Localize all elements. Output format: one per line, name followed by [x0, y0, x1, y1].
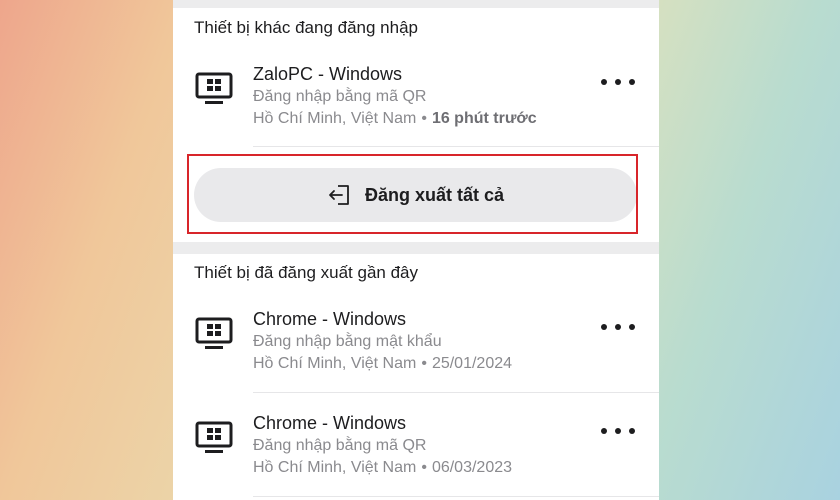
device-location-line: Hồ Chí Minh, Việt Nam • 06/03/2023 [253, 459, 512, 477]
device-login-method: Đăng nhập bằng mã QR [253, 88, 427, 105]
device-location: Hồ Chí Minh, Việt Nam [253, 110, 417, 127]
separator-dot: • [421, 110, 427, 127]
device-name: Chrome - Windows [253, 309, 407, 329]
device-location-line: Hồ Chí Minh, Việt Nam • 16 phút trước [253, 110, 537, 128]
device-login-method: Đăng nhập bằng mã QR [253, 437, 427, 454]
divider [253, 392, 659, 393]
device-location: Hồ Chí Minh, Việt Nam [253, 459, 417, 476]
device-time: 06/03/2023 [431, 459, 513, 476]
more-options-icon[interactable] [601, 317, 635, 337]
device-item[interactable]: Chrome - Windows Đăng nhập bằng mã QR Hồ… [173, 413, 659, 500]
divider [253, 146, 659, 147]
device-item[interactable]: ZaloPC - Windows Đăng nhập bằng mã QR Hồ… [173, 64, 659, 154]
separator-dot: • [421, 459, 427, 476]
section-title-logged-out: Thiết bị đã đăng xuất gần đây [194, 263, 418, 282]
device-time: 16 phút trước [431, 110, 537, 127]
windows-monitor-icon [195, 317, 233, 349]
more-options-icon[interactable] [601, 72, 635, 92]
device-name: ZaloPC - Windows [253, 64, 403, 84]
device-name: Chrome - Windows [253, 413, 407, 433]
device-time: 25/01/2024 [431, 355, 513, 372]
section-title-active: Thiết bị khác đang đăng nhập [194, 18, 419, 37]
divider [253, 496, 659, 497]
separator-dot: • [421, 355, 427, 372]
windows-monitor-icon [195, 72, 233, 104]
windows-monitor-icon [195, 421, 233, 453]
more-options-icon[interactable] [601, 421, 635, 441]
device-sessions-panel: Thiết bị khác đang đăng nhập ZaloPC - Wi… [173, 0, 659, 500]
section-separator [173, 242, 659, 254]
top-separator [173, 0, 659, 8]
device-location-line: Hồ Chí Minh, Việt Nam • 25/01/2024 [253, 355, 512, 373]
device-login-method: Đăng nhập bằng mật khẩu [253, 333, 442, 350]
device-location: Hồ Chí Minh, Việt Nam [253, 355, 417, 372]
device-item[interactable]: Chrome - Windows Đăng nhập bằng mật khẩu… [173, 309, 659, 399]
highlight-box [187, 154, 638, 234]
